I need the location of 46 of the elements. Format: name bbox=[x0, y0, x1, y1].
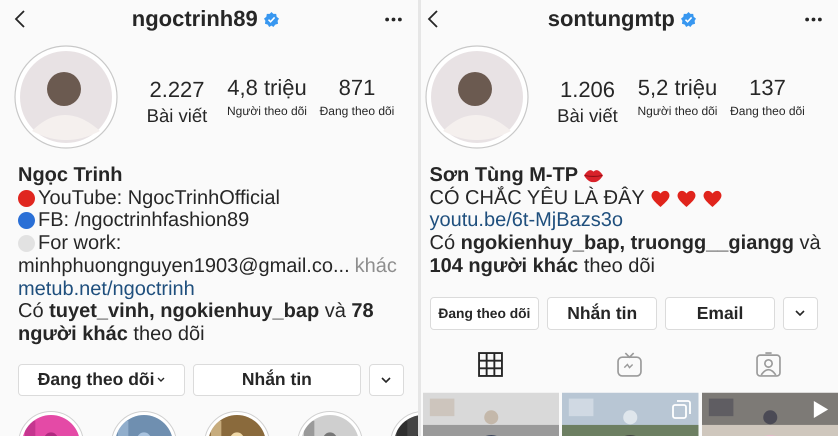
stat-label: Đang theo dõi bbox=[730, 103, 805, 120]
stat-label: Người theo dõi bbox=[227, 103, 307, 120]
followed-by-text: Có ngokienhuy_bap, truongg__giangg và 104 người khác theo dõi bbox=[430, 232, 822, 278]
heart-icon bbox=[702, 188, 723, 208]
avatar[interactable] bbox=[424, 45, 528, 149]
bio-text: YouTube: NgocTrinhOfficial bbox=[38, 186, 280, 210]
stat-count: 871 bbox=[338, 75, 376, 100]
chevron-icon bbox=[381, 376, 391, 383]
profile-name: Sơn Tùng M-TP bbox=[430, 164, 578, 186]
bio-text: minhphuongnguyen1903@gmail.co... bbox=[18, 254, 350, 278]
back-icon[interactable] bbox=[426, 10, 438, 28]
profile-link[interactable]: youtu.be/6t-MjBazs3o bbox=[430, 209, 623, 232]
following-button[interactable]: Đang theo dõi bbox=[430, 296, 540, 330]
bio-text: For work: bbox=[38, 232, 122, 255]
stat-count: 4,8 triệu bbox=[227, 75, 307, 100]
chevron-icon bbox=[795, 310, 806, 316]
username-title: ngoctrinh89 bbox=[132, 6, 258, 32]
followed-by-text: Có tuyet_vinh, ngokienhuy_bap và 78 người khác theo dõi bbox=[18, 300, 375, 346]
heart-icon bbox=[676, 188, 697, 208]
stat-label: Người theo dõi bbox=[638, 103, 718, 120]
multiple-photos-icon bbox=[672, 400, 690, 419]
bio-text: FB: /ngoctrinhfashion89 bbox=[38, 209, 250, 232]
following-button[interactable]: Đang theo dõi bbox=[18, 364, 186, 396]
stat-label: Đang theo dõi bbox=[320, 103, 394, 120]
back-icon[interactable] bbox=[14, 10, 26, 28]
person-tag-icon[interactable] bbox=[756, 352, 781, 378]
stat-label: Bài viết bbox=[146, 105, 208, 127]
heart-icon bbox=[650, 188, 671, 208]
avatar[interactable] bbox=[14, 45, 118, 149]
stat-count: 137 bbox=[749, 75, 786, 100]
message-button[interactable]: Nhắn tin bbox=[547, 296, 658, 330]
message-button[interactable]: Nhắn tin bbox=[193, 364, 360, 396]
stat-count: 2.227 bbox=[149, 77, 205, 102]
stat-label: Bài viết bbox=[557, 105, 618, 127]
username-title: sontungmtp bbox=[548, 6, 675, 32]
tv-icon[interactable] bbox=[616, 352, 642, 378]
more-options-icon[interactable] bbox=[384, 16, 402, 22]
play-icon bbox=[811, 400, 830, 419]
grid-icon[interactable] bbox=[478, 352, 503, 378]
more-options-icon[interactable] bbox=[805, 16, 822, 22]
stat-count: 1.206 bbox=[560, 77, 616, 102]
stat-count: 5,2 triệu bbox=[638, 75, 718, 100]
profile-link[interactable]: metub.net/ngoctrinh bbox=[18, 278, 195, 300]
email-button[interactable]: Email bbox=[665, 296, 775, 330]
bio-text: CÓ CHẮC YÊU LÀ ĐÂY bbox=[430, 186, 645, 210]
profile-name: Ngọc Trinh bbox=[18, 164, 122, 187]
